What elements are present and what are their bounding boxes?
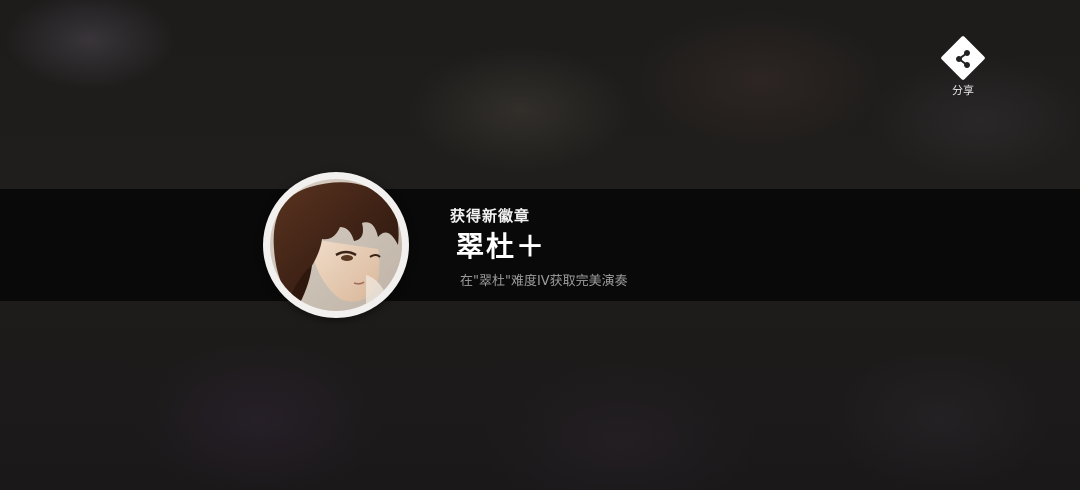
character-portrait	[270, 179, 402, 311]
badge-notice-title: 获得新徽章	[450, 207, 531, 225]
share-label: 分享	[952, 84, 974, 97]
badge-name: 翠杜＋	[456, 230, 547, 263]
badge-unlock-screen: 分享 获得新徽章 翠杜＋ 在"翠杜"难度IV获取完美演奏	[0, 0, 1080, 490]
share-icon	[956, 50, 970, 68]
share-button[interactable]: 分享	[940, 35, 986, 100]
badge-avatar	[263, 172, 409, 318]
badge-description: 在"翠杜"难度IV获取完美演奏	[460, 274, 628, 289]
